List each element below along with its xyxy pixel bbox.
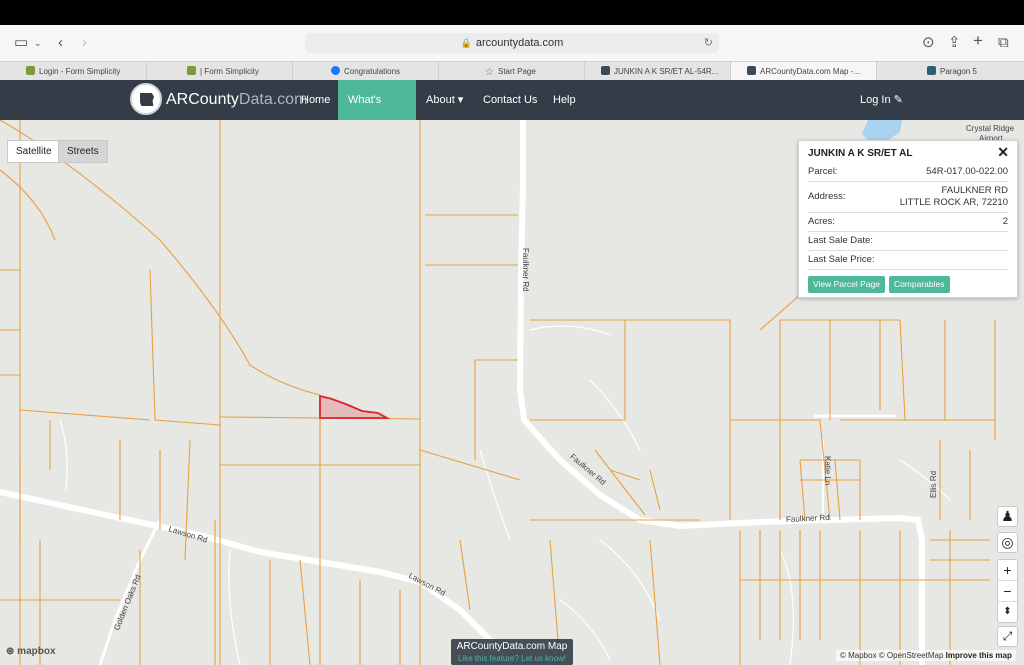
attribution-mapbox-link[interactable]: © Mapbox xyxy=(840,651,877,660)
attribution-osm-link[interactable]: © OpenStreetMap xyxy=(879,651,944,660)
login-icon: ✎ xyxy=(893,94,903,106)
road-label-faulkner-1: Faulkner Rd xyxy=(521,248,530,292)
arkansas-logo-icon[interactable] xyxy=(130,83,162,115)
facebook-icon xyxy=(331,66,340,75)
popup-row-acres: Acres: 2 xyxy=(808,213,1008,232)
tab-start-page[interactable]: ☆ Start Page xyxy=(439,62,585,81)
zoom-in-button[interactable]: + xyxy=(998,560,1017,581)
popup-title: JUNKIN A K SR/ET AL xyxy=(808,148,913,159)
tab-form-simplicity[interactable]: | Form Simplicity xyxy=(147,62,293,81)
selected-parcel[interactable] xyxy=(319,394,391,419)
map-feedback-label[interactable]: ARCountyData.com Map Like this feature? … xyxy=(451,639,573,665)
tab-junkin-parcel[interactable]: JUNKIN A K SR/ET AL-54R... xyxy=(585,62,731,81)
form-icon xyxy=(26,66,35,75)
nav-about[interactable]: About ▾ xyxy=(416,80,473,120)
popup-row-last-sale-price: Last Sale Price: xyxy=(808,251,1008,270)
arcounty-icon xyxy=(601,66,610,75)
street-view-icon[interactable]: ♟ xyxy=(997,506,1018,527)
tab-login-form-simplicity[interactable]: Login - Form Simplicity xyxy=(0,62,147,81)
address-bar[interactable]: 🔒 arcountydata.com ↻ xyxy=(305,33,719,53)
water-body xyxy=(862,120,902,142)
road-label-ellis: Ellis Rd xyxy=(929,470,938,498)
browser-toolbar: ▭ ⌄ ‹ › 🔒 arcountydata.com ↻ ⊙ ⇪ + ⧉ xyxy=(0,25,1024,61)
tab-congratulations[interactable]: Congratulations xyxy=(293,62,439,81)
download-icon[interactable]: ⊙ xyxy=(922,34,935,52)
popup-row-address: Address: FAULKNER RD LITTLE ROCK AR, 7221… xyxy=(808,182,1008,213)
mapbox-logo[interactable]: ⊛ mapbox xyxy=(6,646,56,657)
nav-contact-us[interactable]: Contact Us xyxy=(473,80,547,120)
zoom-out-button[interactable]: − xyxy=(998,581,1017,602)
chevron-down-icon[interactable]: ⌄ xyxy=(34,34,42,52)
locate-icon[interactable]: ◎ xyxy=(997,532,1018,553)
popup-row-last-sale-date: Last Sale Date: xyxy=(808,232,1008,251)
nav-home[interactable]: Home xyxy=(291,80,340,120)
back-icon[interactable]: ‹ xyxy=(58,34,63,52)
forward-icon[interactable]: › xyxy=(82,34,87,52)
system-top-bar xyxy=(0,0,1024,25)
star-icon: ☆ xyxy=(485,67,494,78)
tab-overview-icon[interactable]: ⧉ xyxy=(998,34,1009,52)
nav-help[interactable]: Help xyxy=(543,80,586,120)
tab-paragon[interactable]: Paragon 5 xyxy=(877,62,1024,81)
popup-row-parcel: Parcel: 54R-017.00-022.00 xyxy=(808,163,1008,182)
new-tab-icon[interactable]: + xyxy=(973,32,983,50)
site-brand[interactable]: ARCountyData.com xyxy=(166,90,307,110)
zoom-control: + − ⬍ xyxy=(997,559,1018,623)
url-text: arcountydata.com xyxy=(475,37,564,49)
nav-whats-new[interactable]: What's New? xyxy=(338,80,416,146)
mapbox-icon: ⊛ xyxy=(6,646,15,657)
satellite-toggle[interactable]: Satellite xyxy=(7,140,60,163)
close-icon[interactable]: ✕ xyxy=(997,144,1009,161)
tab-arcounty-map[interactable]: ARCountyData.com Map -... xyxy=(731,62,877,81)
place-label-crystal-ridge: Crystal Ridge xyxy=(966,124,1015,133)
map-attribution: © Mapbox © OpenStreetMap Improve this ma… xyxy=(836,650,1016,661)
road-label-katie: Katie Ln xyxy=(823,456,832,486)
streets-toggle[interactable]: Streets xyxy=(58,140,108,163)
sidebar-icon[interactable]: ▭ xyxy=(14,34,28,52)
parcel-popup: JUNKIN A K SR/ET AL ✕ Parcel: 54R-017.00-… xyxy=(798,140,1018,298)
view-parcel-page-button[interactable]: View Parcel Page xyxy=(808,276,885,293)
compass-icon[interactable]: ⬍ xyxy=(998,602,1017,623)
site-navbar: ARCountyData.com Home What's New? About … xyxy=(0,80,1024,146)
lock-icon: 🔒 xyxy=(460,38,472,48)
paragon-icon xyxy=(927,66,936,75)
fullscreen-icon[interactable]: ⤢ xyxy=(997,626,1018,647)
share-icon[interactable]: ⇪ xyxy=(948,34,961,52)
improve-map-link[interactable]: Improve this map xyxy=(946,651,1012,660)
reload-icon[interactable]: ↻ xyxy=(704,33,713,53)
form-icon xyxy=(187,66,196,75)
login-link[interactable]: Log In ✎ xyxy=(850,80,913,120)
tab-bar: Login - Form Simplicity | Form Simplicit… xyxy=(0,61,1024,81)
arcounty-icon xyxy=(747,66,756,75)
parcel-map[interactable]: Satellite Streets Faulkner Rd Faulkner R… xyxy=(0,120,1024,665)
comparables-button[interactable]: Comparables xyxy=(888,276,950,293)
